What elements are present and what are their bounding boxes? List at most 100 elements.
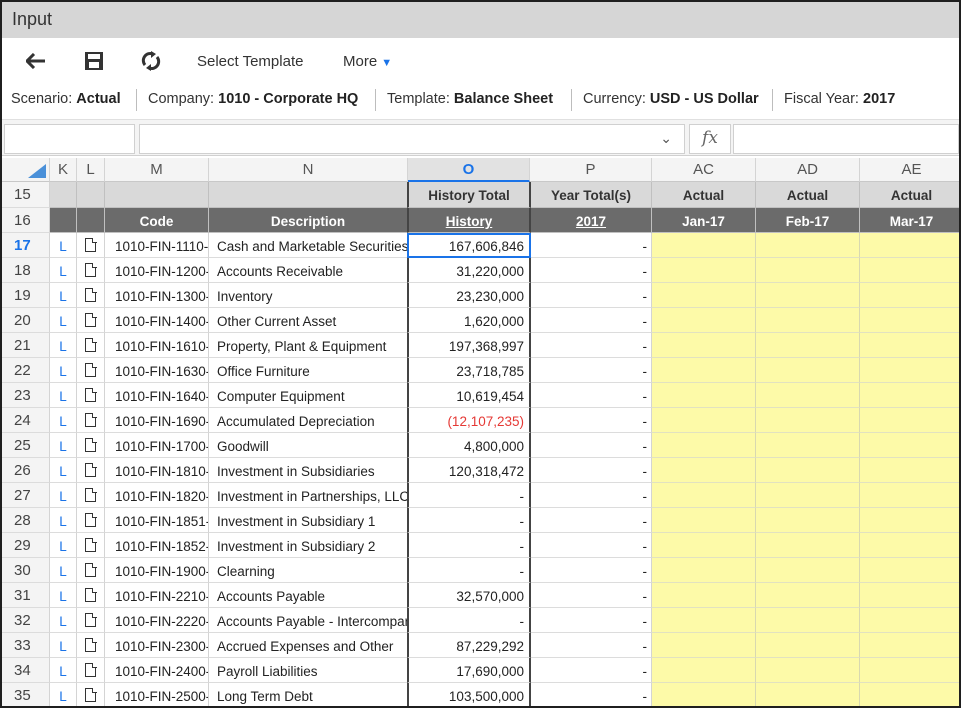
link-l[interactable]: L bbox=[50, 308, 77, 333]
row-number[interactable]: 27 bbox=[2, 483, 50, 508]
name-box[interactable] bbox=[4, 124, 135, 154]
row-number[interactable]: 21 bbox=[2, 333, 50, 358]
row-number[interactable]: 32 bbox=[2, 608, 50, 633]
history-cell[interactable]: 197,368,997 bbox=[407, 333, 531, 358]
history-cell[interactable]: 120,318,472 bbox=[407, 458, 531, 483]
input-cell-jan[interactable] bbox=[652, 283, 756, 308]
document-icon[interactable] bbox=[77, 608, 105, 633]
code-cell[interactable]: 1010-FIN-1810- bbox=[105, 458, 209, 483]
code-cell[interactable]: 1010-FIN-1300- bbox=[105, 283, 209, 308]
document-icon[interactable] bbox=[77, 433, 105, 458]
link-l[interactable]: L bbox=[50, 433, 77, 458]
history-cell[interactable]: (12,107,235) bbox=[407, 408, 531, 433]
year-total-cell[interactable]: - bbox=[531, 683, 652, 706]
row-number[interactable]: 17 bbox=[2, 233, 50, 258]
link-l[interactable]: L bbox=[50, 658, 77, 683]
input-cell-feb[interactable] bbox=[756, 233, 860, 258]
code-cell[interactable]: 1010-FIN-2210- bbox=[105, 583, 209, 608]
document-icon[interactable] bbox=[77, 383, 105, 408]
input-cell-jan[interactable] bbox=[652, 358, 756, 383]
description-cell[interactable]: Cash and Marketable Securities bbox=[209, 233, 408, 258]
year-total-cell[interactable]: - bbox=[531, 383, 652, 408]
year-total-cell[interactable]: - bbox=[531, 458, 652, 483]
description-cell[interactable]: Goodwill bbox=[209, 433, 408, 458]
input-cell-mar[interactable] bbox=[860, 608, 959, 633]
row-number[interactable]: 22 bbox=[2, 358, 50, 383]
code-cell[interactable]: 1010-FIN-1700- bbox=[105, 433, 209, 458]
input-cell-mar[interactable] bbox=[860, 683, 959, 706]
input-cell-jan[interactable] bbox=[652, 433, 756, 458]
link-l[interactable]: L bbox=[50, 583, 77, 608]
link-l[interactable]: L bbox=[50, 558, 77, 583]
code-cell[interactable]: 1010-FIN-1820- bbox=[105, 483, 209, 508]
description-cell[interactable]: Accumulated Depreciation bbox=[209, 408, 408, 433]
input-cell-jan[interactable] bbox=[652, 658, 756, 683]
input-cell-feb[interactable] bbox=[756, 358, 860, 383]
link-l[interactable]: L bbox=[50, 508, 77, 533]
document-icon[interactable] bbox=[77, 558, 105, 583]
row-number[interactable]: 34 bbox=[2, 658, 50, 683]
input-cell-mar[interactable] bbox=[860, 658, 959, 683]
input-cell-mar[interactable] bbox=[860, 533, 959, 558]
input-cell-feb[interactable] bbox=[756, 533, 860, 558]
document-icon[interactable] bbox=[77, 583, 105, 608]
year-total-cell[interactable]: - bbox=[531, 333, 652, 358]
document-icon[interactable] bbox=[77, 458, 105, 483]
col-header-l[interactable]: L bbox=[77, 158, 105, 182]
link-l[interactable]: L bbox=[50, 283, 77, 308]
document-icon[interactable] bbox=[85, 362, 97, 377]
select-all-corner[interactable] bbox=[2, 158, 50, 182]
row-number[interactable]: 30 bbox=[2, 558, 50, 583]
input-cell-feb[interactable] bbox=[756, 633, 860, 658]
link-l[interactable]: L bbox=[50, 683, 77, 706]
code-cell[interactable]: 1010-FIN-1851- bbox=[105, 508, 209, 533]
row-number[interactable]: 16 bbox=[2, 208, 50, 233]
document-icon[interactable] bbox=[77, 233, 105, 258]
year-total-cell[interactable]: - bbox=[531, 283, 652, 308]
document-icon[interactable] bbox=[77, 633, 105, 658]
row-number[interactable]: 35 bbox=[2, 683, 50, 706]
description-cell[interactable]: Accounts Payable - Intercompar bbox=[209, 608, 408, 633]
description-cell[interactable]: Payroll Liabilities bbox=[209, 658, 408, 683]
link-l[interactable]: L bbox=[50, 483, 77, 508]
document-icon[interactable] bbox=[85, 287, 97, 302]
year-total-cell[interactable]: - bbox=[531, 608, 652, 633]
more-menu-button[interactable]: More ▼ bbox=[343, 53, 392, 70]
col-header-m[interactable]: M bbox=[105, 158, 209, 182]
row-number[interactable]: 23 bbox=[2, 383, 50, 408]
history-cell[interactable]: - bbox=[407, 483, 531, 508]
link-l[interactable]: L bbox=[50, 258, 77, 283]
year-total-cell[interactable]: - bbox=[531, 583, 652, 608]
document-icon[interactable] bbox=[85, 262, 97, 277]
year-total-cell[interactable]: - bbox=[531, 408, 652, 433]
code-cell[interactable]: 1010-FIN-1640- bbox=[105, 383, 209, 408]
input-cell-feb[interactable] bbox=[756, 658, 860, 683]
code-cell[interactable]: 1010-FIN-2220- bbox=[105, 608, 209, 633]
code-cell[interactable]: 1010-FIN-1900- bbox=[105, 558, 209, 583]
input-cell-jan[interactable] bbox=[652, 233, 756, 258]
description-cell[interactable]: Investment in Subsidiaries bbox=[209, 458, 408, 483]
history-cell[interactable]: 1,620,000 bbox=[407, 308, 531, 333]
document-icon[interactable] bbox=[77, 508, 105, 533]
history-cell[interactable]: 32,570,000 bbox=[407, 583, 531, 608]
history-cell[interactable]: 87,229,292 bbox=[407, 633, 531, 658]
code-cell[interactable]: 1010-FIN-1610- bbox=[105, 333, 209, 358]
year-total-cell[interactable]: - bbox=[531, 658, 652, 683]
link-l[interactable]: L bbox=[50, 533, 77, 558]
col-header-ac[interactable]: AC bbox=[652, 158, 756, 182]
history-cell[interactable]: 23,718,785 bbox=[407, 358, 531, 383]
link-l[interactable]: L bbox=[50, 383, 77, 408]
select-template-button[interactable]: Select Template bbox=[197, 53, 303, 70]
year-total-cell[interactable]: - bbox=[531, 483, 652, 508]
history-cell[interactable]: - bbox=[407, 558, 531, 583]
year-total-cell[interactable]: - bbox=[531, 308, 652, 333]
description-cell[interactable]: Accounts Payable bbox=[209, 583, 408, 608]
document-icon[interactable] bbox=[85, 387, 97, 402]
input-cell-mar[interactable] bbox=[860, 433, 959, 458]
row-number[interactable]: 18 bbox=[2, 258, 50, 283]
code-cell[interactable]: 1010-FIN-2300- bbox=[105, 633, 209, 658]
input-cell-jan[interactable] bbox=[652, 308, 756, 333]
document-icon[interactable] bbox=[85, 612, 97, 627]
document-icon[interactable] bbox=[77, 483, 105, 508]
year-total-cell[interactable]: - bbox=[531, 533, 652, 558]
